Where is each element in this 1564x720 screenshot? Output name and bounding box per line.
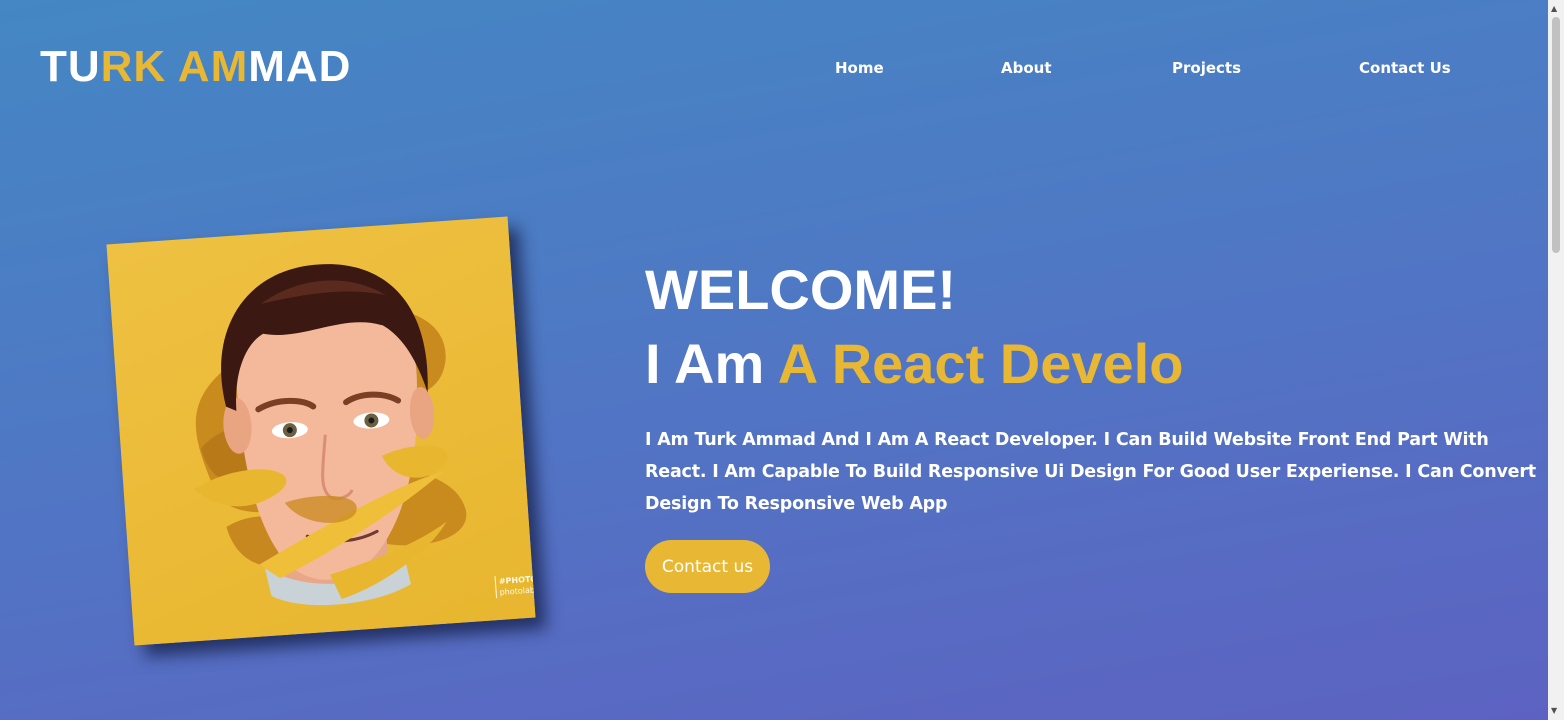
nav-about-link[interactable]: About <box>1001 59 1052 77</box>
cartoon-portrait-illustration <box>193 264 467 606</box>
main-nav: Home About Projects Contact Us <box>0 59 1548 79</box>
hero-subtitle-highlight: A React Develo <box>777 332 1184 395</box>
nav-projects-link[interactable]: Projects <box>1172 59 1241 77</box>
scroll-down-arrow-icon[interactable]: ▼ <box>1551 706 1557 716</box>
photolab-watermark: #PHOTOLAB photolab.me <box>494 572 536 599</box>
hero-description: I Am Turk Ammad And I Am A React Develop… <box>645 430 1536 514</box>
contact-us-button[interactable]: Contact us <box>645 540 770 593</box>
profile-photo: #PHOTOLAB photolab.me <box>106 216 536 646</box>
hero-subtitle: I Am A React Develo <box>645 332 1183 396</box>
nav-home-link[interactable]: Home <box>835 59 884 77</box>
nav-contact-link[interactable]: Contact Us <box>1359 59 1451 77</box>
scrollbar-thumb[interactable] <box>1552 17 1560 253</box>
scroll-up-arrow-icon[interactable]: ▲ <box>1551 4 1557 14</box>
page-scrollbar[interactable]: ▲ ▼ <box>1548 0 1564 720</box>
hero-subtitle-prefix: I Am <box>645 332 778 395</box>
profile-photo-frame: #PHOTOLAB photolab.me <box>106 216 536 646</box>
hero-title: WELCOME! <box>645 258 957 321</box>
